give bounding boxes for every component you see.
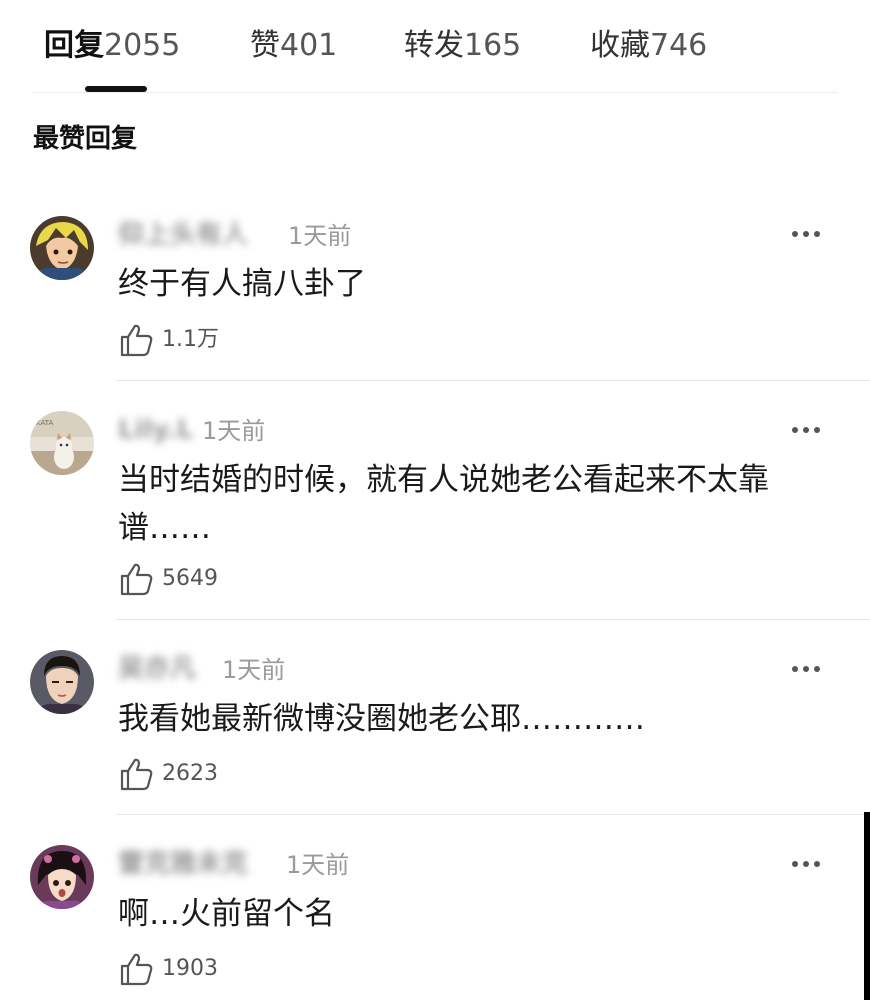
tab-replies-label: 回复 [44,28,104,63]
comment-divider [116,814,870,815]
comment-username[interactable]: 仰上头有人 [118,218,248,252]
like-count: 5649 [162,566,218,591]
more-dots-icon[interactable] [786,854,826,874]
drama-girl-avatar[interactable] [30,845,94,909]
comment-timestamp: 1天前 [288,222,352,250]
comment-timestamp: 1天前 [286,851,350,879]
tab-bar: 回复2055 赞401 转发165 收藏746 [0,0,870,92]
comment-divider [116,619,870,620]
comment-text: 终于有人搞八卦了 [118,266,366,302]
like-count: 1903 [162,956,218,981]
more-dots-icon[interactable] [786,420,826,440]
tab-reposts-count: 165 [464,28,522,63]
man-avatar[interactable] [30,650,94,714]
comment-timestamp: 1天前 [202,417,266,445]
anime-boy-avatar[interactable] [30,216,94,280]
screen-edge [864,812,870,1000]
comment-text: 当时结婚的时候，就有人说她老公看起来不太靠谱…… [118,462,769,546]
thumbs-up-icon [120,758,153,791]
comment-username[interactable]: Lily.L [118,413,193,447]
more-dots-icon[interactable] [786,659,826,679]
tab-favorites-label: 收藏 [590,28,650,63]
comment-divider [116,380,870,381]
thumbs-up-icon [120,324,153,357]
svg-text:KATA: KATA [36,419,53,427]
tab-favorites-count: 746 [650,28,708,63]
more-dots-icon[interactable] [786,224,826,244]
thumbs-up-icon [120,953,153,986]
thumbs-up-icon [120,563,153,596]
comment-text: 啊…火前留个名 [118,896,335,932]
comment-username[interactable]: 吴亦凡 [118,652,196,686]
tab-likes-label: 赞 [250,28,280,63]
tab-reposts[interactable]: 转发165 [404,26,521,66]
like-count: 1.1万 [162,327,219,352]
comment-timestamp: 1天前 [222,656,286,684]
section-title: 最赞回复 [33,124,138,154]
comment-username[interactable]: 雷克雅未克 [118,847,248,881]
cat-avatar[interactable]: KATA [30,411,94,475]
tab-replies-count: 2055 [104,28,181,63]
tab-replies[interactable]: 回复2055 [44,26,180,66]
tabs-divider [33,92,838,93]
tab-likes[interactable]: 赞401 [250,26,337,66]
tab-reposts-label: 转发 [404,28,464,63]
like-count: 2623 [162,761,218,786]
tab-favorites[interactable]: 收藏746 [590,26,707,66]
tab-likes-count: 401 [280,28,338,63]
comment-text: 我看她最新微博没圈她老公耶………… [118,701,645,737]
